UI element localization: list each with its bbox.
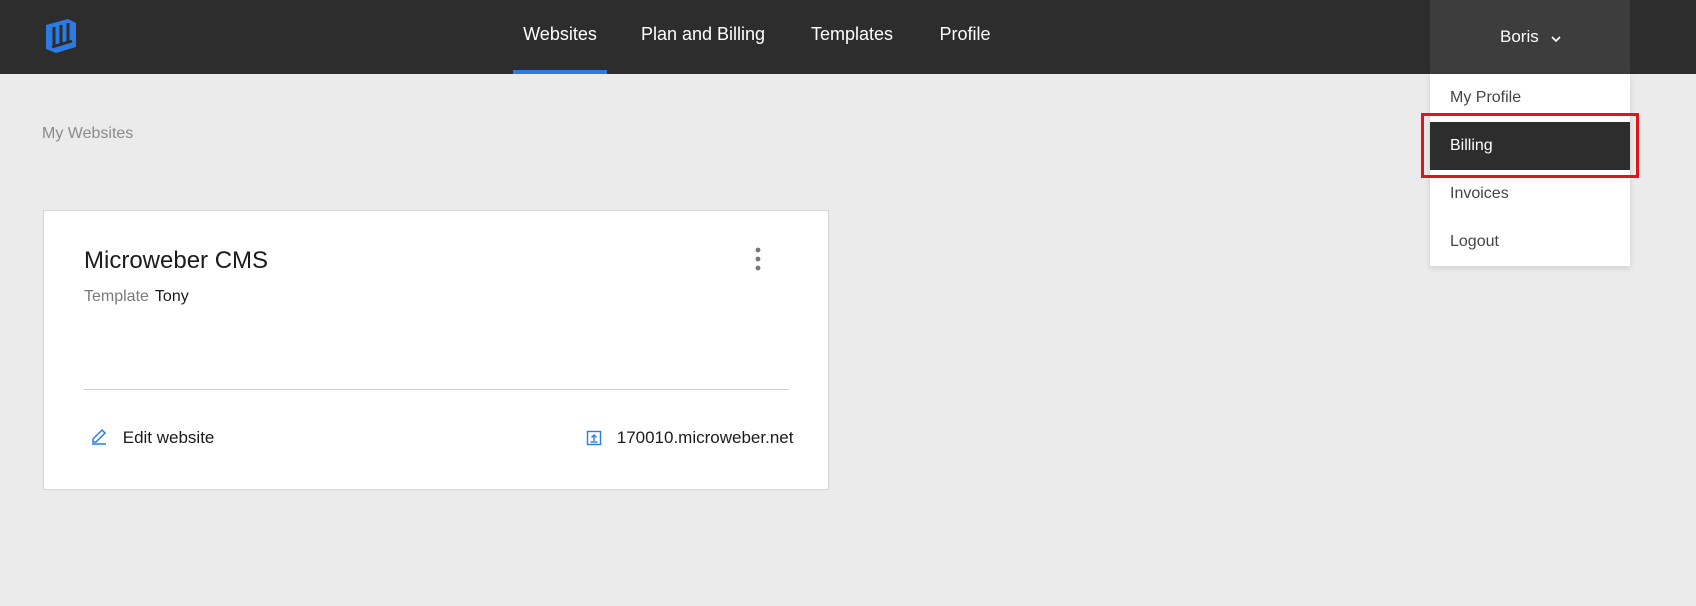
template-name: Tony	[154, 288, 189, 305]
website-domain: 170010.microweber.net	[616, 428, 794, 447]
user-menu-toggle[interactable]: Boris	[1430, 0, 1630, 74]
nav-websites[interactable]: Websites	[513, 0, 607, 74]
microweber-logo[interactable]	[42, 17, 80, 55]
kebab-menu-icon[interactable]	[750, 245, 766, 273]
edit-website-label: Edit website	[122, 428, 215, 447]
website-domain-link[interactable]: 170010.microweber.net	[586, 428, 793, 448]
website-title: Microweber CMS	[84, 247, 269, 274]
user-name: Boris	[1500, 27, 1539, 46]
nav-profile[interactable]: Profile	[928, 0, 1002, 74]
external-link-icon	[586, 428, 617, 447]
user-dropdown-menu: My Profile Billing Invoices Logout	[1430, 74, 1630, 266]
chevron-down-icon	[1550, 30, 1562, 43]
template-label: Template	[84, 288, 149, 305]
top-navbar: Websites Plan and Billing Templates Prof…	[0, 0, 1696, 74]
card-divider	[84, 389, 789, 390]
pencil-icon	[90, 428, 123, 447]
menu-item-my-profile[interactable]: My Profile	[1430, 74, 1630, 122]
menu-item-logout[interactable]: Logout	[1430, 218, 1630, 266]
menu-item-invoices[interactable]: Invoices	[1430, 170, 1630, 218]
website-card: Microweber CMS Template Tony Edit website…	[43, 210, 829, 490]
breadcrumb: My Websites	[42, 125, 134, 142]
menu-item-billing[interactable]: Billing	[1430, 122, 1630, 170]
website-template: Template Tony	[84, 288, 189, 306]
edit-website-link[interactable]: Edit website	[90, 428, 214, 448]
nav-templates[interactable]: Templates	[801, 0, 903, 74]
nav-plan-and-billing[interactable]: Plan and Billing	[632, 0, 774, 74]
